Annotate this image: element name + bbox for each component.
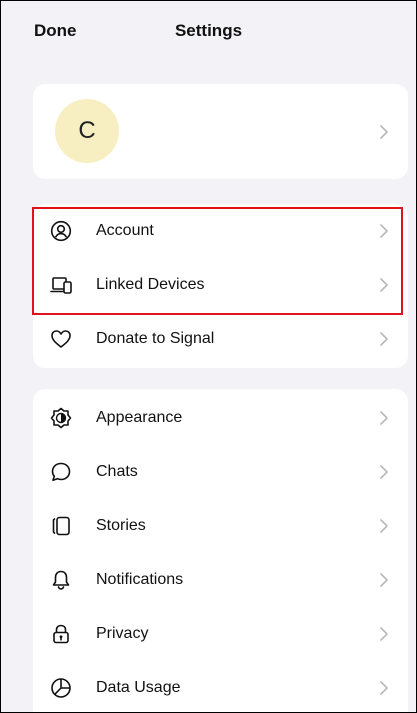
chevron-right-icon [380, 124, 388, 139]
settings-item-donate[interactable]: Donate to Signal [33, 312, 408, 366]
heart-icon [51, 330, 71, 348]
chevron-right-icon [380, 411, 388, 425]
avatar: C [55, 99, 119, 163]
chat-bubble-icon [51, 462, 71, 481]
settings-item-label: Appearance [96, 409, 183, 426]
chevron-right-icon [380, 278, 388, 292]
navigation-bar: Done Settings [1, 1, 416, 61]
lock-icon [53, 624, 69, 644]
chevron-right-icon [380, 519, 388, 533]
settings-item-chats[interactable]: Chats [33, 445, 408, 499]
page-title: Settings [174, 21, 243, 40]
settings-item-notifications[interactable]: Notifications [33, 553, 408, 607]
settings-item-label: Chats [96, 463, 138, 480]
data-usage-icon [51, 678, 71, 698]
settings-item-label: Privacy [96, 625, 149, 642]
settings-item-label: Account [96, 222, 154, 239]
settings-item-privacy[interactable]: Privacy [33, 607, 408, 661]
settings-item-label: Notifications [96, 571, 184, 588]
settings-screen: Done Settings C Account Linked Devices D… [0, 0, 417, 713]
chevron-right-icon [380, 627, 388, 641]
settings-group-preferences: Appearance Chats Stories Notifications P… [33, 389, 408, 712]
stories-icon [52, 516, 70, 536]
settings-item-linked-devices[interactable]: Linked Devices [33, 258, 408, 312]
avatar-initial: C [78, 117, 96, 144]
account-circle-icon [50, 220, 72, 242]
chevron-right-icon [380, 573, 388, 587]
settings-item-label: Donate to Signal [96, 330, 215, 347]
settings-item-account[interactable]: Account [33, 204, 408, 258]
linked-devices-icon [50, 277, 72, 294]
settings-item-appearance[interactable]: Appearance [33, 391, 408, 445]
settings-group-account: Account Linked Devices Donate to Signal [33, 204, 408, 368]
settings-item-label: Linked Devices [96, 276, 205, 293]
settings-item-stories[interactable]: Stories [33, 499, 408, 553]
settings-item-data-usage[interactable]: Data Usage [33, 661, 408, 712]
chevron-right-icon [380, 332, 388, 346]
chevron-right-icon [380, 465, 388, 479]
chevron-right-icon [380, 224, 388, 238]
settings-item-label: Stories [96, 517, 146, 534]
bell-icon [52, 570, 70, 590]
appearance-icon [50, 407, 72, 429]
profile-row[interactable]: C [33, 84, 408, 179]
chevron-right-icon [380, 681, 388, 695]
settings-item-label: Data Usage [96, 679, 181, 696]
